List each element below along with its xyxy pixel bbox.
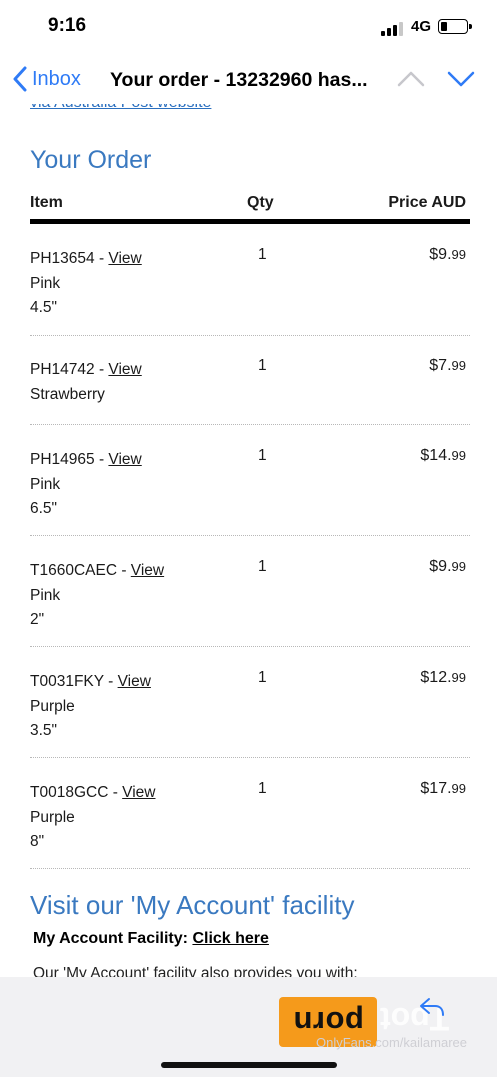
item-column-header: Item: [30, 194, 63, 211]
email-subject: Your order - 13232960 has...: [110, 69, 368, 91]
item-price: $9.99: [429, 246, 466, 263]
item-price: $9.99: [429, 558, 466, 575]
previous-message-icon[interactable]: [396, 66, 426, 92]
view-item-link[interactable]: View: [131, 562, 164, 579]
item-size: 2": [30, 611, 45, 628]
row-divider: [30, 424, 470, 425]
account-facility-label: My Account Facility:: [33, 930, 193, 947]
account-heading: Visit our 'My Account' facility: [30, 890, 355, 920]
qty-column-header: Qty: [247, 194, 274, 211]
reply-icon[interactable]: [418, 995, 446, 1019]
row-divider: [30, 335, 470, 336]
next-message-icon[interactable]: [446, 66, 476, 92]
row-divider: [30, 868, 470, 869]
price-column-header: Price AUD: [388, 194, 466, 211]
item-qty: 1: [258, 357, 267, 374]
chevron-left-icon: [13, 66, 27, 92]
item-color: Pink: [30, 275, 61, 292]
view-item-link[interactable]: View: [108, 451, 141, 468]
view-item-link[interactable]: View: [122, 784, 155, 801]
back-to-inbox-button[interactable]: Inbox: [12, 66, 81, 92]
account-description: Our 'My Account' facility also provides …: [33, 965, 358, 977]
status-bar: 9:16 4G: [0, 0, 497, 52]
row-divider: [30, 646, 470, 647]
bottom-toolbar: porn Tpot OnlyFans.com/kailamaree: [0, 977, 497, 1077]
item-color: Purple: [30, 698, 75, 715]
item-price: $12.99: [420, 669, 466, 686]
item-color: Pink: [30, 476, 61, 493]
mail-nav-bar: Inbox Your order - 13232960 has...: [0, 52, 497, 104]
item-size: 4.5": [30, 299, 58, 316]
order-table-header: Item Qty Price AUD: [30, 194, 470, 220]
item-color: Pink: [30, 587, 61, 604]
view-item-link[interactable]: View: [118, 673, 151, 690]
order-heading: Your Order: [30, 146, 152, 174]
home-indicator[interactable]: [161, 1062, 337, 1068]
item-size: 6.5": [30, 500, 58, 517]
item-qty: 1: [258, 669, 267, 686]
item-size: 8": [30, 833, 45, 850]
row-divider: [30, 535, 470, 536]
network-label: 4G: [411, 18, 432, 35]
item-qty: 1: [258, 780, 267, 797]
watermark-text: OnlyFans.com/kailamaree: [316, 1035, 467, 1050]
back-label: Inbox: [32, 67, 81, 90]
header-rule: [30, 219, 470, 224]
item-code: T0018GCC -: [30, 784, 123, 801]
view-item-link[interactable]: View: [108, 361, 141, 378]
account-facility-line: My Account Facility: Click here: [33, 930, 269, 948]
battery-icon: [438, 19, 472, 34]
item-price: $17.99: [420, 780, 466, 797]
item-color: Purple: [30, 809, 75, 826]
item-qty: 1: [258, 447, 267, 464]
item-qty: 1: [258, 558, 267, 575]
status-time: 9:16: [48, 15, 87, 36]
item-price: $14.99: [420, 447, 466, 464]
view-item-link[interactable]: View: [108, 250, 141, 267]
row-divider: [30, 757, 470, 758]
item-code: PH13654 -: [30, 250, 109, 267]
item-color: Strawberry: [30, 386, 105, 403]
signal-bars-icon: [381, 22, 403, 36]
item-code: T0031FKY -: [30, 673, 118, 690]
item-code: PH14742 -: [30, 361, 109, 378]
email-body: via Australia Post website Your Order It…: [0, 104, 497, 977]
item-code: PH14965 -: [30, 451, 109, 468]
item-price: $7.99: [429, 357, 466, 374]
item-qty: 1: [258, 246, 267, 263]
item-code: T1660CAEC -: [30, 562, 131, 579]
click-here-link[interactable]: Click here: [192, 930, 268, 947]
australia-post-link[interactable]: via Australia Post website: [30, 104, 211, 112]
item-size: 3.5": [30, 722, 58, 739]
